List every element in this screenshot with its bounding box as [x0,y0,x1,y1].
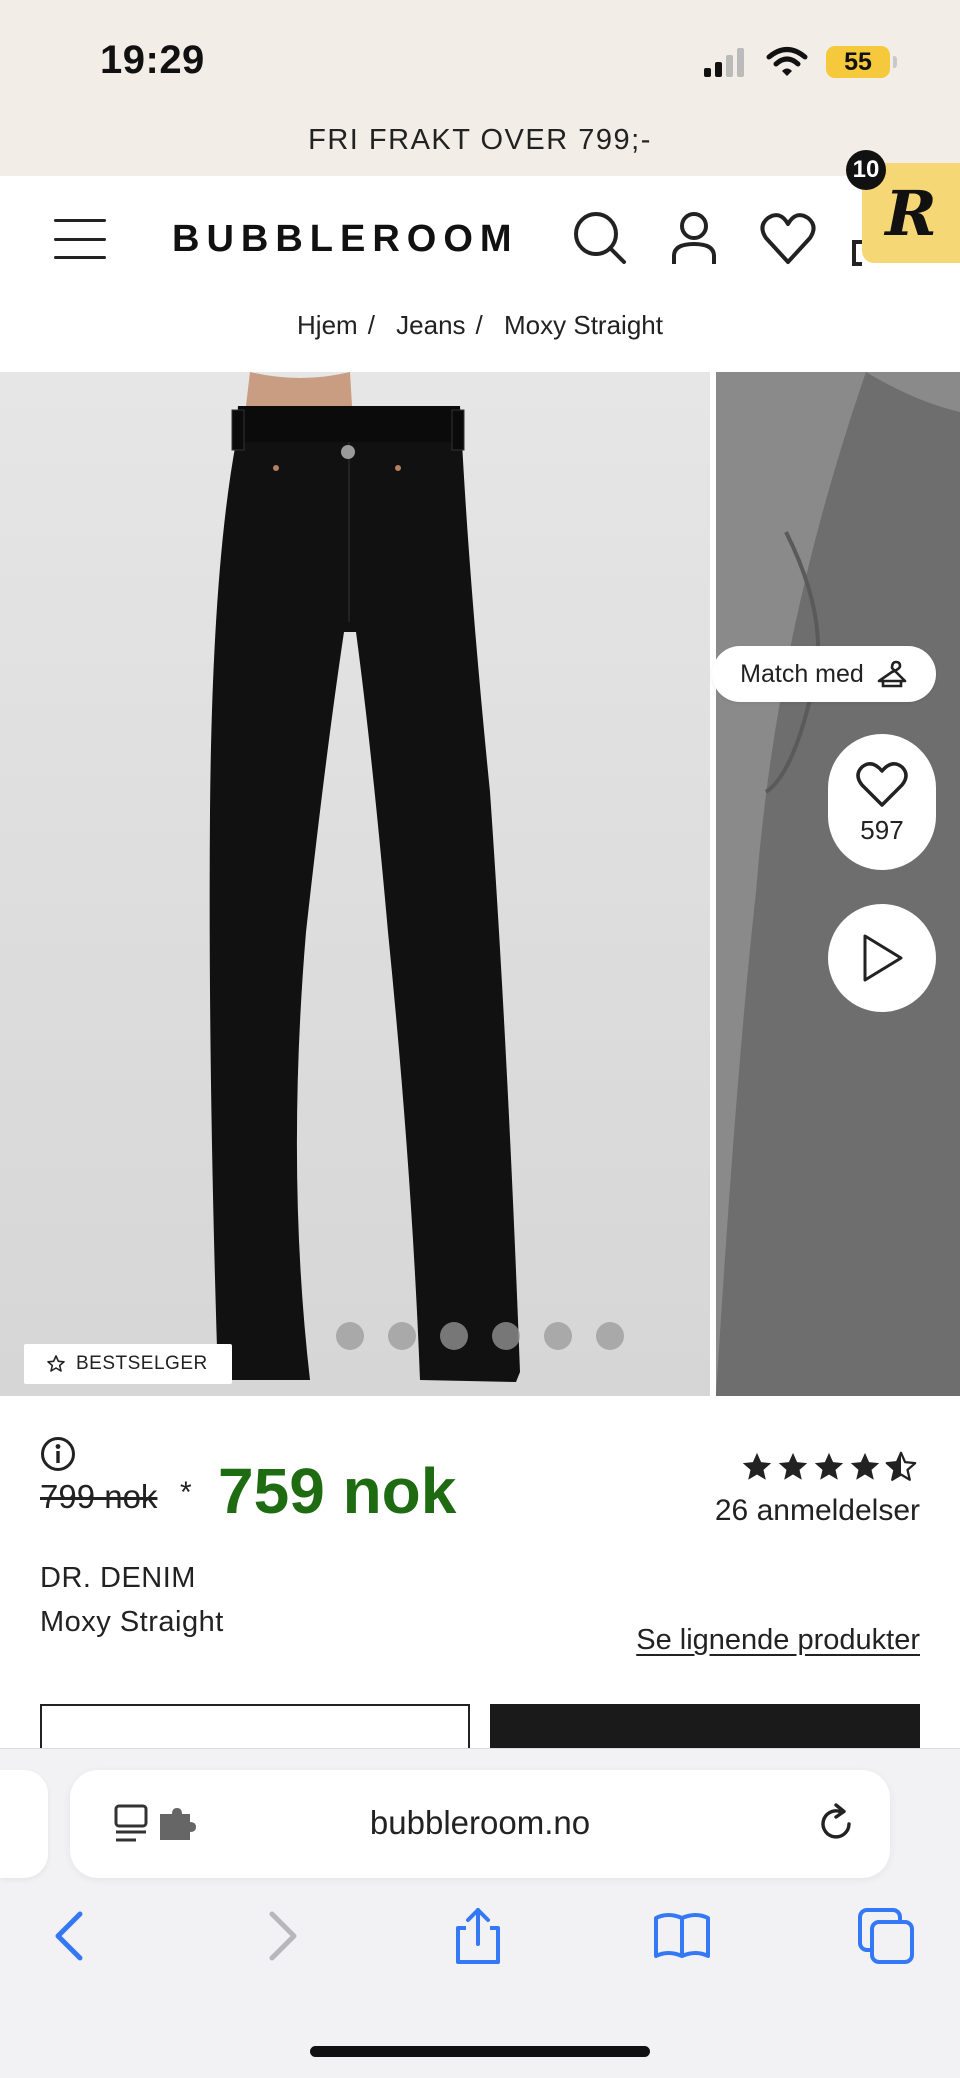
home-indicator [310,2046,650,2057]
breadcrumb-current: Moxy Straight [504,310,663,340]
share-icon[interactable] [448,1906,508,1966]
account-icon[interactable] [664,208,724,268]
star-filled-icon [850,1452,880,1480]
star-filled-icon [814,1452,844,1480]
status-time: 19:29 [100,38,205,82]
signal-icon [704,48,744,77]
play-icon [863,934,903,982]
favorites-count: 597 [860,814,904,845]
star-filled-icon [778,1452,808,1480]
bestseller-badge: BESTSELGER [24,1344,232,1384]
previous-tab-peek[interactable] [0,1770,48,1878]
address-bar[interactable]: bubbleroom.no [70,1770,890,1878]
carousel-dot[interactable] [544,1322,572,1350]
battery-level: 55 [844,47,872,76]
carousel-dots[interactable] [336,1322,624,1350]
info-icon[interactable] [40,1436,76,1472]
url-text[interactable]: bubbleroom.no [70,1804,890,1842]
breadcrumb: Hjem / Jeans / Moxy Straight [297,310,663,340]
jeans-illustration [209,372,520,1382]
star-half-icon [885,1451,917,1481]
product-gallery[interactable]: BESTSELGER [0,372,960,1396]
match-with-button[interactable]: Match med [712,646,936,702]
star-filled-icon [742,1452,772,1480]
review-count-link[interactable]: 26 anmeldelser [715,1494,920,1528]
search-icon[interactable] [570,208,630,268]
battery-icon: 55 [826,46,897,78]
video-play-button[interactable] [828,904,936,1012]
bookmarks-icon[interactable] [652,1906,712,1966]
carousel-dot[interactable] [336,1322,364,1350]
bestseller-label: BESTSELGER [76,1353,208,1374]
site-header: BUBBLEROOM [0,176,960,300]
jeans-side-illustration [716,372,960,1396]
carousel-dot[interactable] [596,1322,624,1350]
original-price: 799 nok [40,1478,158,1515]
match-label: Match med [740,659,864,688]
breadcrumb-jeans[interactable]: Jeans [396,310,465,340]
product-image-main[interactable]: BESTSELGER [0,372,710,1396]
product-image-next[interactable] [716,372,960,1396]
product-name: Moxy Straight [40,1606,224,1638]
product-brand[interactable]: DR. DENIM [40,1562,196,1595]
rating-stars[interactable] [740,1450,918,1484]
site-logo[interactable]: BUBBLEROOM [172,218,519,261]
heart-icon[interactable] [758,208,818,268]
price-asterisk: * [180,1476,192,1509]
status-icons: 55 [702,42,897,82]
carousel-dot[interactable] [440,1322,468,1350]
hanger-icon [877,660,907,688]
carousel-dot[interactable] [388,1322,416,1350]
sale-price: 759 nok [218,1455,457,1527]
heart-outline-icon [856,761,908,807]
favorite-button[interactable]: 597 [828,734,936,870]
wifi-icon [766,47,808,76]
carousel-dot[interactable] [492,1322,520,1350]
back-icon[interactable] [42,1906,102,1966]
forward-icon[interactable] [250,1906,310,1966]
reload-icon[interactable] [814,1802,858,1846]
menu-icon[interactable] [54,219,106,259]
similar-products-link[interactable]: Se lignende produkter [636,1624,920,1657]
promo-banner: FRI FRAKT OVER 799;- [308,124,652,156]
tabs-icon[interactable] [856,1906,916,1966]
rewards-count-badge: 10 [846,150,886,190]
star-outline-icon [47,1355,65,1372]
breadcrumb-home[interactable]: Hjem [297,310,358,340]
